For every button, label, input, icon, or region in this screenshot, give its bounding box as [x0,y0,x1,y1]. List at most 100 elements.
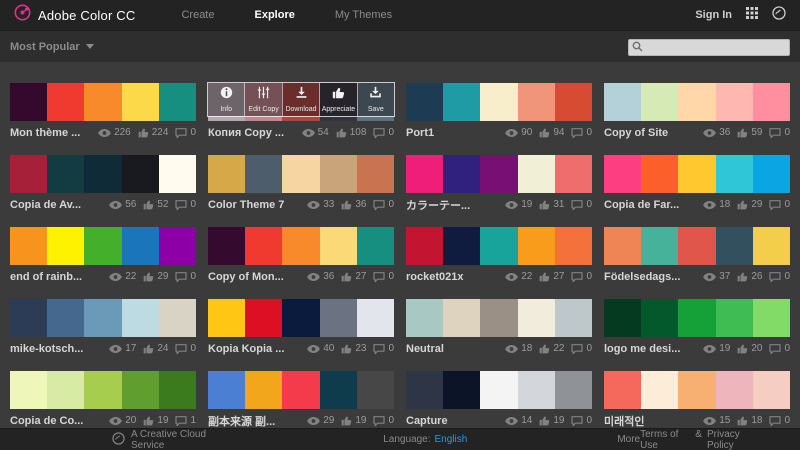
color-swatch[interactable] [319,155,357,193]
color-swatch[interactable] [554,83,593,121]
theme-name[interactable]: 副本来源 副... [208,413,300,429]
privacy-link[interactable]: Privacy Policy [707,429,760,450]
color-swatch[interactable] [554,371,593,409]
color-swatch[interactable] [604,299,642,337]
color-swatch[interactable] [10,227,48,265]
theme-name[interactable]: カラーテー... [406,197,498,213]
color-swatch[interactable] [84,83,122,121]
color-swatch[interactable] [443,227,481,265]
theme-name[interactable]: logo me desi... [604,343,696,355]
color-swatch[interactable] [678,155,716,193]
color-swatch[interactable] [641,299,679,337]
theme-palette[interactable] [208,371,395,409]
color-swatch[interactable] [715,227,753,265]
color-swatch[interactable] [208,299,246,337]
color-swatch[interactable] [158,83,197,121]
save-button[interactable]: Save [357,83,395,116]
color-swatch[interactable] [10,155,48,193]
theme-palette[interactable] [10,227,197,265]
info-button[interactable]: Info [208,83,246,116]
theme-palette[interactable] [604,83,791,121]
theme-palette[interactable] [208,155,395,193]
color-swatch[interactable] [282,371,320,409]
color-swatch[interactable] [245,299,283,337]
color-swatch[interactable] [480,83,518,121]
color-swatch[interactable] [480,299,518,337]
color-swatch[interactable] [245,155,283,193]
color-swatch[interactable] [480,155,518,193]
color-swatch[interactable] [282,227,320,265]
color-swatch[interactable] [406,227,444,265]
theme-palette[interactable] [406,299,593,337]
theme-name[interactable]: Kopia Kopia ... [208,343,300,355]
theme-palette[interactable]: Info Edit Copy Download Appreciate Save [207,82,395,121]
color-swatch[interactable] [158,371,197,409]
search-input[interactable] [628,39,790,56]
theme-name[interactable]: 미래적인 [604,413,696,429]
theme-name[interactable]: mike-kotsch... [10,343,102,355]
color-swatch[interactable] [443,155,481,193]
theme-name[interactable]: Port1 [406,127,498,139]
color-swatch[interactable] [678,227,716,265]
sign-in-button[interactable]: Sign In [695,9,732,21]
color-swatch[interactable] [319,299,357,337]
terms-link[interactable]: Terms of Use [640,429,690,450]
theme-palette[interactable] [208,227,395,265]
color-swatch[interactable] [715,83,753,121]
color-swatch[interactable] [480,227,518,265]
theme-name[interactable]: rocket021x [406,271,498,283]
tab-explore[interactable]: Explore [255,9,295,21]
color-swatch[interactable] [10,299,48,337]
theme-palette[interactable] [604,299,791,337]
color-swatch[interactable] [554,299,593,337]
theme-palette[interactable] [208,299,395,337]
theme-name[interactable]: Color Theme 7 [208,199,300,211]
color-swatch[interactable] [208,155,246,193]
color-swatch[interactable] [480,371,518,409]
color-swatch[interactable] [554,155,593,193]
color-swatch[interactable] [715,299,753,337]
color-swatch[interactable] [678,299,716,337]
color-swatch[interactable] [517,227,555,265]
color-swatch[interactable] [517,155,555,193]
theme-name[interactable]: end of rainb... [10,271,102,283]
appreciate-button[interactable]: Appreciate [320,83,358,116]
color-swatch[interactable] [517,299,555,337]
color-swatch[interactable] [158,299,197,337]
tab-my-themes[interactable]: My Themes [335,9,392,21]
color-swatch[interactable] [47,227,85,265]
color-swatch[interactable] [356,299,395,337]
theme-name[interactable]: Capture [406,415,498,427]
color-swatch[interactable] [443,371,481,409]
color-swatch[interactable] [517,371,555,409]
theme-name[interactable]: Copia de Av... [10,199,102,211]
theme-name[interactable]: Copy of Site [604,127,696,139]
color-swatch[interactable] [752,371,791,409]
color-swatch[interactable] [356,371,395,409]
theme-palette[interactable] [10,83,197,121]
color-swatch[interactable] [47,371,85,409]
theme-name[interactable]: Copia de Co... [10,415,102,427]
color-swatch[interactable] [121,299,159,337]
color-swatch[interactable] [208,227,246,265]
color-swatch[interactable] [47,299,85,337]
color-swatch[interactable] [604,371,642,409]
color-swatch[interactable] [84,227,122,265]
color-swatch[interactable] [604,227,642,265]
language-select[interactable]: English [435,434,468,445]
color-swatch[interactable] [319,227,357,265]
color-swatch[interactable] [752,83,791,121]
color-swatch[interactable] [678,83,716,121]
apps-grid-icon[interactable] [746,6,758,24]
color-swatch[interactable] [319,371,357,409]
color-swatch[interactable] [245,371,283,409]
more-link[interactable]: More [617,434,640,445]
color-swatch[interactable] [10,371,48,409]
theme-name[interactable]: Copia de Far... [604,199,696,211]
color-swatch[interactable] [356,227,395,265]
theme-name[interactable]: Födelsedags... [604,271,696,283]
color-swatch[interactable] [121,371,159,409]
theme-name[interactable]: Neutral [406,343,498,355]
theme-palette[interactable] [406,227,593,265]
color-swatch[interactable] [641,227,679,265]
